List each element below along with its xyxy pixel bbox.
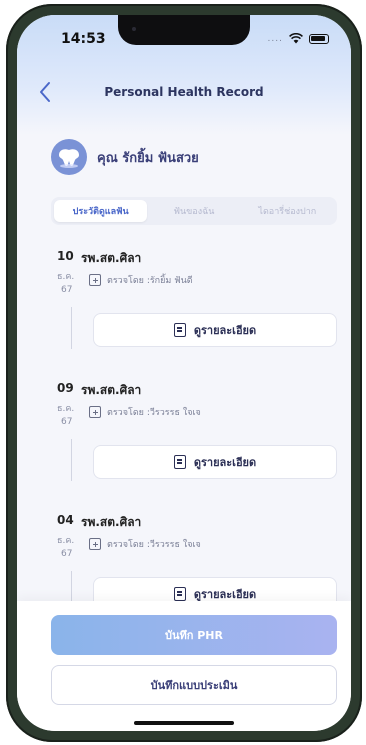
record-checker-text: ตรวจโดย :วีรวรรธ ใจเจ (107, 540, 201, 550)
profile-header: คุณ รักยิ้ม ฟันสวย (51, 139, 199, 175)
battery-icon (309, 33, 329, 44)
camera-dot (132, 27, 136, 31)
record-day: 10 (57, 249, 74, 263)
phone-frame: 14:53 .... Personal Health Record คุณ รั… (6, 4, 362, 742)
medical-plus-icon (89, 406, 101, 418)
status-bar: 14:53 .... (17, 15, 351, 61)
record-place: รพ.สต.ศิลา (81, 383, 142, 397)
notch (118, 15, 250, 45)
tab-my-teeth[interactable]: ฟันของฉัน (147, 200, 240, 222)
status-icons: .... (268, 33, 329, 44)
record-checker: ตรวจโดย :รักยิ้ม ฟันดี (89, 273, 193, 287)
view-detail-label: ดูรายละเอียด (193, 456, 257, 469)
tab-oral-diary[interactable]: ไดอารี่ช่องปาก (241, 200, 334, 222)
record-checker-text: ตรวจโดย :รักยิ้ม ฟันดี (107, 276, 193, 286)
tab-bar: ประวัติดูแลฟัน ฟันของฉัน ไดอารี่ช่องปาก (51, 197, 337, 225)
save-phr-button[interactable]: บันทึก PHR (51, 615, 337, 655)
page-title: Personal Health Record (104, 85, 264, 99)
document-icon (173, 455, 186, 469)
record-day: 09 (57, 381, 74, 395)
record-checker-text: ตรวจโดย :วีรวรรธ ใจเจ (107, 408, 201, 418)
medical-plus-icon (89, 274, 101, 286)
view-detail-button[interactable]: ดูรายละเอียด (93, 313, 337, 347)
record-day: 04 (57, 513, 74, 527)
document-icon (173, 323, 186, 337)
record-place: รพ.สต.ศิลา (81, 251, 142, 265)
tab-dental-history[interactable]: ประวัติดูแลฟัน (54, 200, 148, 222)
record-year: 67 (61, 549, 73, 559)
view-detail-button[interactable]: ดูรายละเอียด (93, 445, 337, 479)
app-screen: 14:53 .... Personal Health Record คุณ รั… (17, 15, 351, 731)
tooth-icon (51, 139, 87, 175)
record-month: ธ.ค. (57, 536, 75, 546)
view-detail-label: ดูรายละเอียด (193, 324, 257, 337)
action-panel: บันทึก PHR บันทึกแบบประเมิน (17, 601, 351, 731)
medical-plus-icon (89, 538, 101, 550)
home-indicator[interactable] (134, 721, 234, 725)
record-year: 67 (61, 285, 73, 295)
wifi-icon (289, 33, 303, 44)
timeline-line (71, 307, 72, 349)
document-icon (173, 587, 186, 601)
record-place: รพ.สต.ศิลา (81, 515, 142, 529)
status-time: 14:53 (61, 31, 106, 47)
patient-name: คุณ รักยิ้ม ฟันสวย (97, 150, 199, 166)
record-month: ธ.ค. (57, 272, 75, 282)
record-checker: ตรวจโดย :วีรวรรธ ใจเจ (89, 405, 201, 419)
record-year: 67 (61, 417, 73, 427)
nav-bar: Personal Health Record (17, 79, 351, 109)
record-month: ธ.ค. (57, 404, 75, 414)
signal-icon: .... (267, 33, 283, 44)
record-checker: ตรวจโดย :วีรวรรธ ใจเจ (89, 537, 201, 551)
timeline-line (71, 439, 72, 481)
save-assessment-button[interactable]: บันทึกแบบประเมิน (51, 665, 337, 705)
